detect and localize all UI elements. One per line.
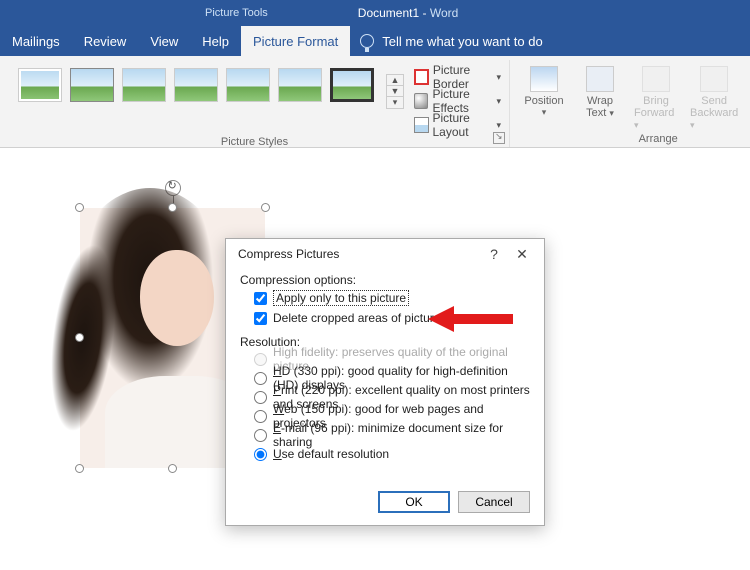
cancel-button[interactable]: Cancel bbox=[458, 491, 530, 513]
send-backward-icon bbox=[700, 66, 728, 92]
picture-layout-icon bbox=[414, 117, 429, 133]
title-bar: Picture Tools Document1 - Word bbox=[0, 0, 750, 26]
resolution-email[interactable]: E-mail (96 ppi): minimize document size … bbox=[254, 426, 530, 444]
resize-handle[interactable] bbox=[75, 464, 84, 473]
apply-only-input[interactable] bbox=[254, 292, 267, 305]
bring-forward-button[interactable]: Bring Forward ▾ bbox=[634, 66, 678, 131]
ok-button[interactable]: OK bbox=[378, 491, 450, 513]
chevron-down-icon: ▾ bbox=[496, 96, 501, 107]
dialog-titlebar[interactable]: Compress Pictures ? ✕ bbox=[226, 239, 544, 269]
chevron-down-icon: ▾ bbox=[542, 107, 547, 118]
resize-handle[interactable] bbox=[261, 203, 270, 212]
picture-format-stack: Picture Border▾ Picture Effects▾ Picture… bbox=[414, 62, 501, 136]
picture-style-2[interactable] bbox=[70, 68, 114, 102]
chevron-down-icon: ▾ bbox=[634, 120, 639, 130]
resize-handle[interactable] bbox=[75, 333, 84, 342]
tab-picture-format[interactable]: Picture Format bbox=[241, 26, 350, 56]
resize-handle[interactable] bbox=[168, 464, 177, 473]
delete-cropped-input[interactable] bbox=[254, 312, 267, 325]
ribbon-tabs: Mailings Review View Help Picture Format… bbox=[0, 26, 750, 56]
picture-style-3[interactable] bbox=[122, 68, 166, 102]
send-backward-button[interactable]: Send Backward ▾ bbox=[690, 66, 738, 131]
chevron-down-icon: ▾ bbox=[496, 120, 501, 131]
compression-options-section: Compression options: Apply only to this … bbox=[240, 273, 530, 327]
ribbon: ▲ ▼ ▾ Picture Border▾ Picture Effects▾ P… bbox=[0, 56, 750, 148]
compress-pictures-dialog: Compress Pictures ? ✕ Compression option… bbox=[225, 238, 545, 526]
lightbulb-icon bbox=[360, 34, 374, 48]
resize-handle[interactable] bbox=[168, 203, 177, 212]
chevron-down-icon: ▾ bbox=[690, 120, 695, 130]
picture-style-more[interactable]: ▲ ▼ ▾ bbox=[386, 74, 404, 109]
picture-style-7[interactable] bbox=[330, 68, 374, 102]
picture-style-gallery: ▲ ▼ ▾ bbox=[18, 62, 404, 109]
picture-layout-button[interactable]: Picture Layout▾ bbox=[414, 114, 501, 136]
wrap-text-button[interactable]: Wrap Text ▾ bbox=[578, 66, 622, 119]
contextual-tab-label: Picture Tools bbox=[205, 7, 268, 19]
dialog-body: Compression options: Apply only to this … bbox=[226, 269, 544, 483]
tab-help[interactable]: Help bbox=[190, 26, 241, 56]
picture-border-button[interactable]: Picture Border▾ bbox=[414, 66, 501, 88]
delete-cropped-checkbox[interactable]: Delete cropped areas of pictures bbox=[254, 309, 530, 327]
apply-only-checkbox[interactable]: Apply only to this picture bbox=[254, 289, 530, 307]
bring-forward-icon bbox=[642, 66, 670, 92]
resolution-section: Resolution: High fidelity: preserves qua… bbox=[240, 335, 530, 463]
wrap-text-icon bbox=[586, 66, 614, 92]
tab-review[interactable]: Review bbox=[72, 26, 139, 56]
picture-border-icon bbox=[414, 69, 429, 85]
compression-options-label: Compression options: bbox=[240, 273, 530, 287]
resize-handle[interactable] bbox=[75, 203, 84, 212]
chevron-down-icon: ▾ bbox=[609, 108, 614, 118]
tab-mailings[interactable]: Mailings bbox=[0, 26, 72, 56]
dialog-title: Compress Pictures bbox=[238, 247, 480, 261]
dialog-launcher-picture-styles[interactable] bbox=[493, 132, 505, 144]
dialog-close-button[interactable]: ✕ bbox=[508, 246, 536, 263]
group-picture-styles: ▲ ▼ ▾ Picture Border▾ Picture Effects▾ P… bbox=[0, 60, 510, 147]
gallery-up-icon[interactable]: ▲ bbox=[387, 75, 403, 86]
group-arrange: Position ▾ Wrap Text ▾ Bring Forward ▾ S… bbox=[510, 60, 750, 147]
tell-me-search[interactable]: Tell me what you want to do bbox=[360, 26, 542, 56]
position-button[interactable]: Position ▾ bbox=[522, 66, 566, 118]
gallery-down-icon[interactable]: ▼ bbox=[387, 86, 403, 97]
picture-style-4[interactable] bbox=[174, 68, 218, 102]
picture-style-5[interactable] bbox=[226, 68, 270, 102]
document-canvas[interactable]: Compress Pictures ? ✕ Compression option… bbox=[0, 148, 750, 568]
tab-view[interactable]: View bbox=[138, 26, 190, 56]
document-title: Document1 - Word bbox=[358, 6, 459, 20]
picture-effects-icon bbox=[414, 93, 428, 109]
picture-effects-button[interactable]: Picture Effects▾ bbox=[414, 90, 501, 112]
group-label-arrange: Arrange bbox=[639, 133, 678, 147]
chevron-down-icon: ▾ bbox=[496, 72, 501, 83]
gallery-expand-icon[interactable]: ▾ bbox=[387, 97, 403, 108]
position-icon bbox=[530, 66, 558, 92]
dialog-help-button[interactable]: ? bbox=[480, 246, 508, 262]
picture-style-6[interactable] bbox=[278, 68, 322, 102]
picture-style-1[interactable] bbox=[18, 68, 62, 102]
dialog-buttons: OK Cancel bbox=[226, 483, 544, 525]
tell-me-label: Tell me what you want to do bbox=[382, 34, 542, 49]
